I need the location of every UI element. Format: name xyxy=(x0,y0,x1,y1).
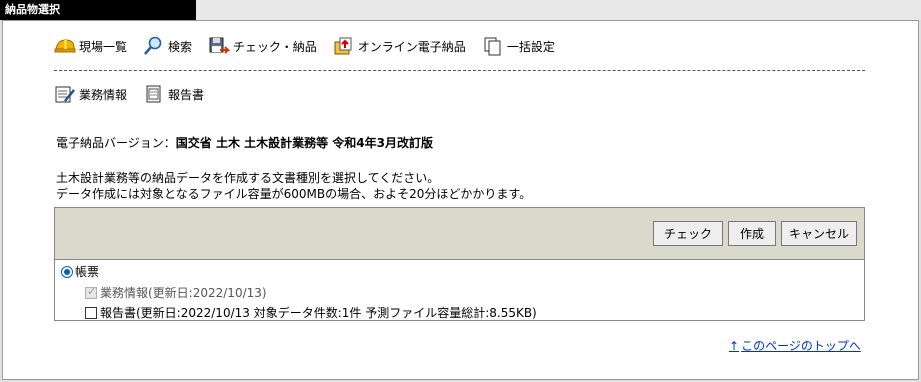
version-line: 電子納品バージョン：国交省 土木 土木設計業務等 令和4年3月改訂版 xyxy=(56,134,433,151)
menu-search[interactable]: 検索 xyxy=(143,36,192,56)
menu-bulk-settings[interactable]: 一括設定 xyxy=(482,36,555,56)
menu-label-site-list: 現場一覧 xyxy=(79,39,128,54)
page-top-link-label: このページのトップへ xyxy=(741,339,861,353)
magnifier-icon xyxy=(144,36,162,55)
ledger-radio-option[interactable]: 帳票 xyxy=(61,263,99,280)
report-option[interactable]: 報告書(更新日:2022/10/13 対象データ件数:1件 予測ファイル容量総計… xyxy=(85,304,537,321)
primary-menu: 現場一覧 検索 チェック・納品 オンライン電子納品 一括設定 xyxy=(54,36,571,56)
work-info-option-label: 業務情報(更新日:2022/10/13) xyxy=(100,286,267,300)
description-line-1: 土木設計業務等の納品データを作成する文書種別を選択してください。 xyxy=(56,171,440,185)
version-prefix: 電子納品バージョン： xyxy=(56,136,176,150)
helmet-icon xyxy=(54,39,76,53)
work-info-checkbox xyxy=(85,285,97,299)
menu-work-info[interactable]: 業務情報 xyxy=(54,84,127,104)
up-arrow-icon: ↑ xyxy=(729,339,740,353)
menu-site-list[interactable]: 現場一覧 xyxy=(54,36,127,56)
report-option-label: 報告書(更新日:2022/10/13 対象データ件数:1件 予測ファイル容量総計… xyxy=(100,306,537,320)
online-upload-icon xyxy=(334,37,352,55)
ledger-radio[interactable] xyxy=(61,265,73,278)
selection-panel: チェック 作成 キャンセル 帳票 業務情報(更新日:2022/10/13) 報告… xyxy=(54,207,865,321)
menu-check-deliver[interactable]: チェック・納品 xyxy=(208,36,317,56)
work-info-option: 業務情報(更新日:2022/10/13) xyxy=(85,284,267,301)
page-top-link[interactable]: ↑ このページのトップへ xyxy=(729,337,861,354)
description: 土木設計業務等の納品データを作成する文書種別を選択してください。 データ作成には… xyxy=(56,170,531,202)
documents-icon xyxy=(484,37,501,56)
report-checkbox[interactable] xyxy=(85,306,97,319)
menu-report[interactable]: 報告書 xyxy=(143,84,204,104)
version-value: 国交省 土木 土木設計業務等 令和4年3月改訂版 xyxy=(175,136,433,150)
menu-label-online-deliver: オンライン電子納品 xyxy=(357,39,466,54)
ledger-radio-label: 帳票 xyxy=(75,265,100,279)
cancel-button[interactable]: キャンセル xyxy=(781,221,857,246)
menu-label-search: 検索 xyxy=(168,39,193,54)
menu-label-report: 報告書 xyxy=(168,87,205,102)
menu-label-check-deliver: チェック・納品 xyxy=(233,39,317,54)
panel-toolbar: チェック 作成 キャンセル xyxy=(55,208,864,260)
menu-divider xyxy=(54,70,865,71)
create-button[interactable]: 作成 xyxy=(728,221,776,246)
description-line-2: データ作成には対象となるファイル容量が600MBの場合、およそ20分ほどかかりま… xyxy=(56,187,532,201)
secondary-menu: 業務情報 報告書 xyxy=(54,84,220,104)
title-bar: 納品物選択 xyxy=(0,0,921,20)
save-disk-icon xyxy=(209,37,231,54)
menu-online-deliver[interactable]: オンライン電子納品 xyxy=(333,36,466,56)
check-button[interactable]: チェック xyxy=(653,221,723,246)
report-book-icon xyxy=(146,85,161,103)
menu-label-work-info: 業務情報 xyxy=(79,87,128,102)
window-title: 納品物選択 xyxy=(0,0,196,20)
notepad-pen-icon xyxy=(55,86,75,103)
menu-label-bulk-settings: 一括設定 xyxy=(506,39,555,54)
